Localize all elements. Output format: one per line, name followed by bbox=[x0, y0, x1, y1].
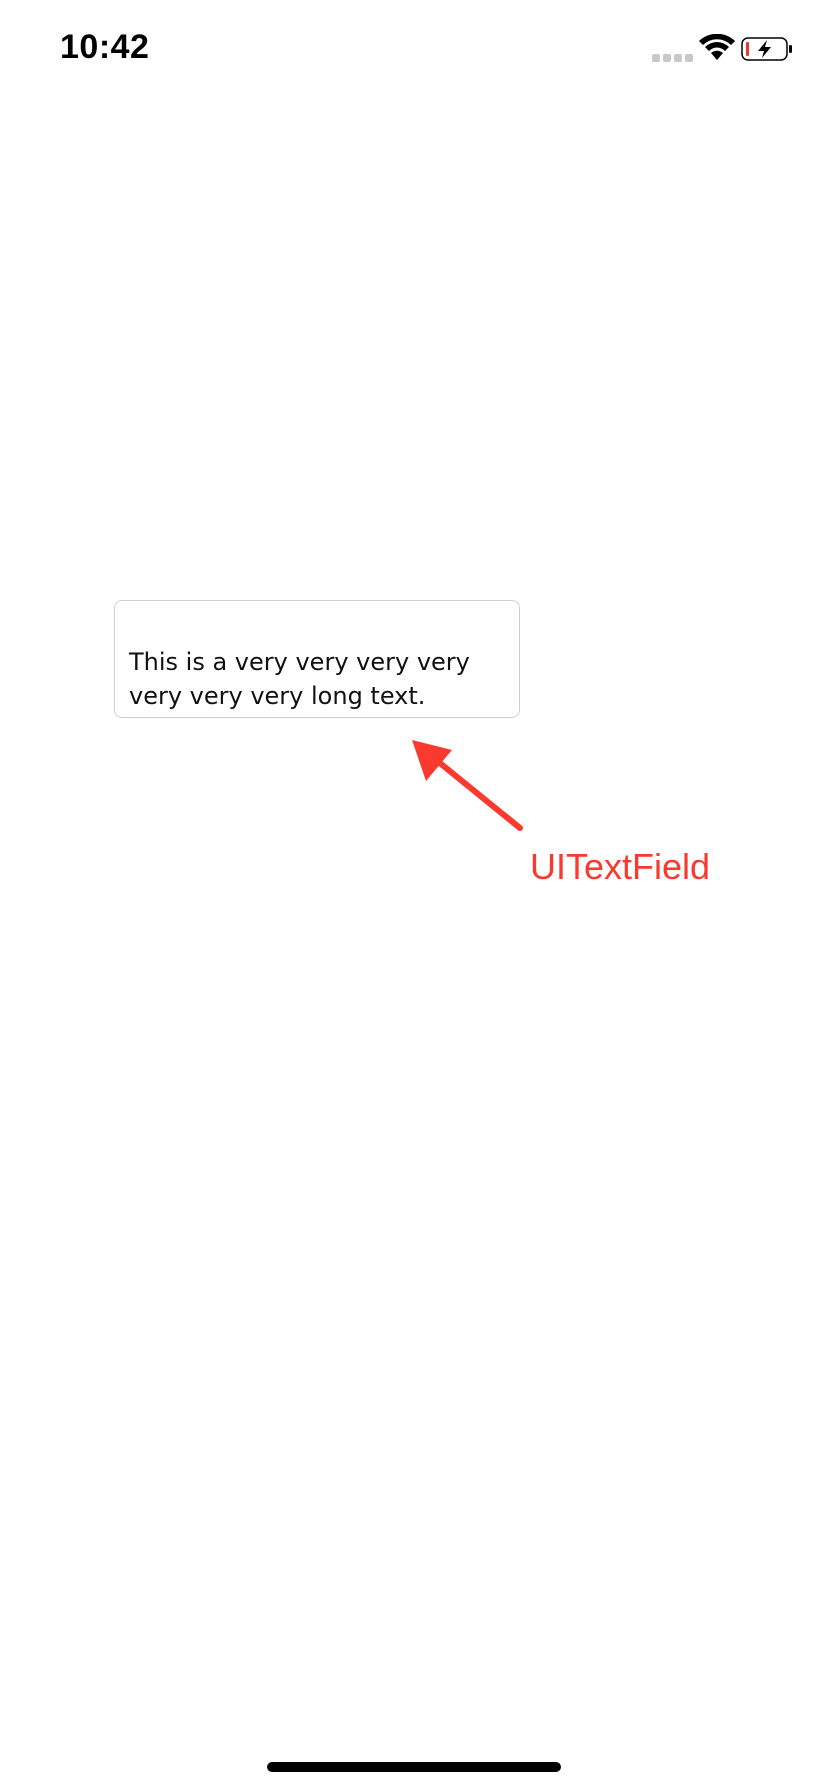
arrow-icon bbox=[412, 740, 523, 831]
cellular-signal-icon bbox=[652, 54, 694, 64]
text-field-value: This is a very very very very very very … bbox=[129, 648, 470, 710]
annotation-label: UITextField bbox=[530, 846, 711, 887]
text-field[interactable]: This is a very very very very very very … bbox=[114, 600, 520, 718]
home-indicator[interactable] bbox=[267, 1762, 561, 1772]
battery-charging-icon bbox=[741, 37, 792, 61]
wifi-icon bbox=[699, 34, 735, 60]
status-time: 10:42 bbox=[60, 28, 150, 66]
